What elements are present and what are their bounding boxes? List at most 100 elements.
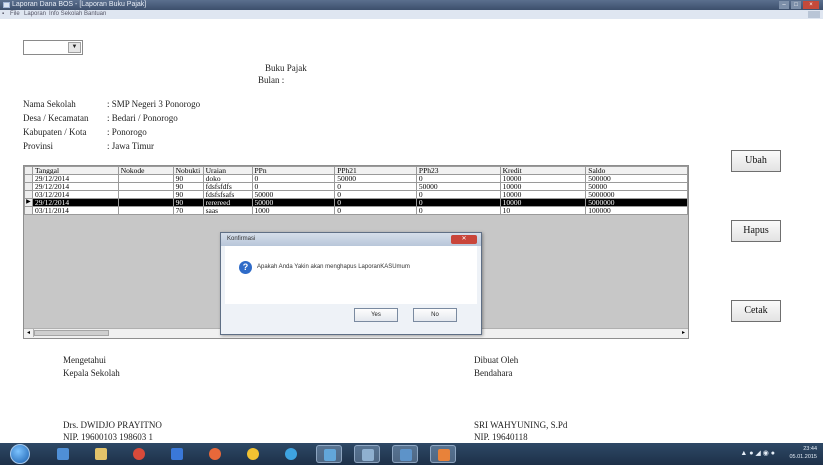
dialog-title: Konfirmasi	[227, 236, 256, 242]
taskbar-app[interactable]	[278, 445, 304, 463]
table-cell[interactable]: 0	[415, 206, 501, 215]
table-cell[interactable]: 500000	[585, 174, 688, 183]
table-cell[interactable]: fdsfsfdfs	[202, 182, 253, 191]
table-cell[interactable]: 29/12/2014	[31, 198, 119, 207]
column-header[interactable]: Tanggal	[31, 166, 119, 175]
row-indicator[interactable]	[24, 174, 33, 183]
taskbar-app[interactable]	[126, 445, 152, 463]
table-cell[interactable]: 1000	[251, 206, 336, 215]
table-cell[interactable]: 90	[172, 190, 204, 199]
menu-file[interactable]: File	[10, 10, 20, 19]
table-row[interactable]: 03/12/2014 90 fdsfsfsafs 50000 0 0 10000…	[24, 190, 688, 199]
table-cell[interactable]: 10000	[499, 190, 587, 199]
table-row[interactable]: 29/12/2014 90 fdsfsfdfs 0 0 50000 10000 …	[24, 182, 688, 191]
row-indicator[interactable]	[24, 182, 33, 191]
taskbar-app[interactable]	[202, 445, 228, 463]
table-cell[interactable]: 03/12/2014	[31, 190, 119, 199]
column-header[interactable]: PPh21	[334, 166, 417, 175]
table-cell[interactable]: 0	[251, 174, 336, 183]
table-cell[interactable]	[117, 174, 174, 183]
row-indicator[interactable]	[24, 206, 33, 215]
taskbar-app-active[interactable]	[316, 445, 342, 463]
table-cell[interactable]: 29/12/2014	[31, 174, 119, 183]
table-cell[interactable]: 50000	[251, 198, 336, 207]
scroll-left-icon[interactable]: ◂	[24, 329, 34, 337]
column-header[interactable]: Nobukti	[172, 166, 204, 175]
chevron-down-icon[interactable]: ▼	[68, 42, 81, 53]
taskbar-app[interactable]	[50, 445, 76, 463]
table-cell[interactable]: saas	[202, 206, 253, 215]
taskbar-app-active[interactable]	[430, 445, 456, 463]
table-cell[interactable]: 0	[415, 190, 501, 199]
table-cell[interactable]: 5000000	[585, 190, 688, 199]
table-cell[interactable]	[117, 206, 174, 215]
start-button[interactable]	[10, 444, 30, 464]
table-cell[interactable]: 50000	[415, 182, 501, 191]
clock[interactable]: 23:44 05.01.2015	[789, 445, 817, 461]
table-cell[interactable]: 50000	[251, 190, 336, 199]
close-icon[interactable]: ×	[803, 1, 819, 9]
taskbar-app-active[interactable]	[392, 445, 418, 463]
yes-button[interactable]: Yes	[354, 308, 398, 322]
table-cell[interactable]: 10000	[499, 174, 587, 183]
row-indicator[interactable]	[24, 190, 33, 199]
table-cell[interactable]: 90	[172, 198, 204, 207]
table-cell[interactable]: 29/12/2014	[31, 182, 119, 191]
menu-bantuan[interactable]: Bantuan	[84, 10, 106, 19]
table-cell[interactable]: fdsfsfsafs	[202, 190, 253, 199]
info-value: : Bedari / Ponorogo	[107, 113, 178, 123]
table-row[interactable]: 03/11/2014 70 saas 1000 0 0 10 100000	[24, 206, 688, 215]
menu-laporan[interactable]: Laporan	[24, 10, 46, 19]
ubah-button[interactable]: Ubah	[731, 150, 781, 172]
column-header[interactable]: Saldo	[585, 166, 688, 175]
row-pointer-icon[interactable]: ▶	[24, 198, 33, 207]
table-row-selected[interactable]: ▶ 29/12/2014 90 rerereed 50000 0 0 10000…	[24, 198, 688, 207]
table-cell[interactable]: 0	[415, 198, 501, 207]
confirm-dialog: Konfirmasi ✕ ? Apakah Anda Yakin akan me…	[220, 232, 482, 335]
column-header[interactable]: Uraian	[202, 166, 253, 175]
table-cell[interactable]: 90	[172, 174, 204, 183]
table-cell[interactable]: 10000	[499, 182, 587, 191]
table-cell[interactable]: 90	[172, 182, 204, 191]
column-header[interactable]: Kredit	[499, 166, 587, 175]
table-cell[interactable]: 70	[172, 206, 204, 215]
mdi-controls[interactable]	[808, 11, 820, 18]
menu-info-sekolah[interactable]: Info Sekolah	[49, 10, 82, 19]
taskbar-app[interactable]	[164, 445, 190, 463]
table-cell[interactable]: rerereed	[202, 198, 253, 207]
table-cell[interactable]: 100000	[585, 206, 688, 215]
table-cell[interactable]: 0	[334, 198, 417, 207]
hapus-button[interactable]: Hapus	[731, 220, 781, 242]
column-header[interactable]: PPh23	[415, 166, 501, 175]
month-select[interactable]: ▼	[23, 40, 83, 55]
table-cell[interactable]: 50000	[585, 182, 688, 191]
taskbar-app[interactable]	[240, 445, 266, 463]
table-row[interactable]: 29/12/2014 90 doko 0 50000 0 10000 50000…	[24, 174, 688, 183]
taskbar-app[interactable]	[88, 445, 114, 463]
table-cell[interactable]	[117, 190, 174, 199]
table-cell[interactable]: 5000000	[585, 198, 688, 207]
table-cell[interactable]: 10000	[499, 198, 587, 207]
table-cell[interactable]: 0	[251, 182, 336, 191]
table-cell[interactable]: 0	[415, 174, 501, 183]
table-cell[interactable]: 0	[334, 182, 417, 191]
table-cell[interactable]: 0	[334, 190, 417, 199]
scroll-right-icon[interactable]: ▸	[679, 329, 688, 337]
maximize-icon[interactable]: □	[791, 1, 801, 9]
table-cell[interactable]: 03/11/2014	[31, 206, 119, 215]
column-header[interactable]: PPn	[251, 166, 336, 175]
table-cell[interactable]: 50000	[334, 174, 417, 183]
minimize-icon[interactable]: –	[779, 1, 789, 9]
table-cell[interactable]	[117, 198, 174, 207]
dialog-close-icon[interactable]: ✕	[451, 235, 477, 244]
taskbar-app-active[interactable]	[354, 445, 380, 463]
no-button[interactable]: No	[413, 308, 457, 322]
scroll-thumb[interactable]	[34, 330, 109, 336]
cetak-button[interactable]: Cetak	[731, 300, 781, 322]
column-header[interactable]: Nokode	[117, 166, 174, 175]
table-cell[interactable]: 10	[499, 206, 587, 215]
system-tray[interactable]: ▲ ● ◢ ◉ ●	[740, 449, 775, 457]
table-cell[interactable]: doko	[202, 174, 253, 183]
table-cell[interactable]	[117, 182, 174, 191]
table-cell[interactable]: 0	[334, 206, 417, 215]
